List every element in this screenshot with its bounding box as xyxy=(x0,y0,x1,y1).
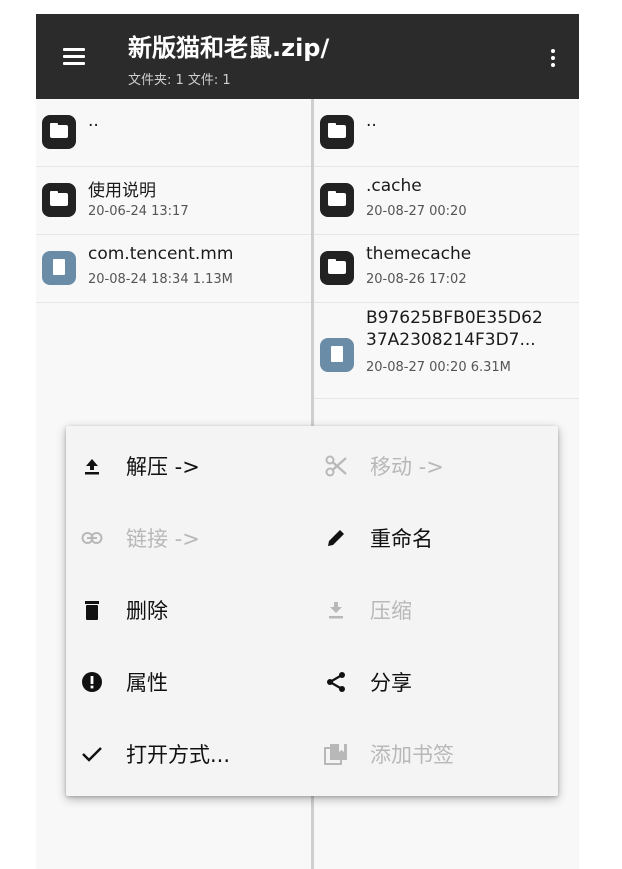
item-meta: 20-08-26 17:02 xyxy=(366,272,467,287)
delete-menu-item[interactable]: 删除 xyxy=(80,574,310,646)
list-item[interactable]: .cache 20-08-27 00:20 xyxy=(314,166,579,235)
page-title: 新版猫和老鼠.zip/ xyxy=(128,34,330,62)
item-name-line: 37A2308214F3D7... xyxy=(366,330,536,350)
item-name: .cache xyxy=(366,176,422,196)
move-menu-item[interactable]: 移动 -> xyxy=(324,430,544,502)
app-bar: 新版猫和老鼠.zip/ 文件夹: 1 文件: 1 xyxy=(36,14,579,99)
list-item[interactable]: .. xyxy=(36,99,311,167)
item-name: .. xyxy=(88,111,99,131)
rename-menu-item[interactable]: 重命名 xyxy=(324,502,544,574)
item-name: B97625BFB0E35D62 37A2308214F3D7... xyxy=(366,307,543,351)
folder-icon xyxy=(320,183,354,217)
folder-icon xyxy=(42,183,76,217)
list-item[interactable]: 使用说明 20-06-24 13:17 xyxy=(36,166,311,235)
share-menu-item[interactable]: 分享 xyxy=(324,646,544,718)
share-icon xyxy=(324,670,348,694)
item-name-line: B97625BFB0E35D62 xyxy=(366,308,543,328)
item-name: themecache xyxy=(366,244,472,264)
file-icon xyxy=(42,251,76,285)
context-menu: 解压 -> 移动 -> 链接 -> 重命名 删除 压缩 属性 分享 打开方式..… xyxy=(66,426,558,796)
open-with-menu-item[interactable]: 打开方式... xyxy=(80,718,310,790)
item-meta: 20-08-27 00:20 6.31M xyxy=(366,360,511,375)
item-meta: 20-06-24 13:17 xyxy=(88,204,189,219)
download-icon xyxy=(324,598,348,622)
list-item[interactable]: .. xyxy=(314,99,579,167)
more-vert-icon xyxy=(551,49,555,53)
menu-item-label: 属性 xyxy=(126,671,168,695)
check-icon xyxy=(80,742,104,766)
folder-icon xyxy=(42,115,76,149)
folder-icon xyxy=(320,115,354,149)
compress-menu-item[interactable]: 压缩 xyxy=(324,574,544,646)
menu-item-label: 压缩 xyxy=(370,599,412,623)
menu-item-label: 解压 -> xyxy=(126,455,200,479)
bookmark-icon xyxy=(324,742,348,766)
menu-item-label: 链接 -> xyxy=(126,527,200,551)
menu-item-label: 分享 xyxy=(370,671,412,695)
link-menu-item[interactable]: 链接 -> xyxy=(80,502,310,574)
link-icon xyxy=(80,526,104,550)
pencil-icon xyxy=(324,526,348,550)
list-item[interactable]: com.tencent.mm 20-08-24 18:34 1.13M xyxy=(36,234,311,303)
file-icon xyxy=(320,338,354,372)
item-name: com.tencent.mm xyxy=(88,244,234,264)
overflow-menu-button[interactable] xyxy=(539,42,567,74)
scissors-icon xyxy=(324,454,348,478)
properties-menu-item[interactable]: 属性 xyxy=(80,646,310,718)
list-item[interactable]: B97625BFB0E35D62 37A2308214F3D7... 20-08… xyxy=(314,302,579,399)
item-meta: 20-08-24 18:34 1.13M xyxy=(88,272,233,287)
item-name: 使用说明 xyxy=(88,181,156,201)
menu-item-label: 打开方式... xyxy=(126,743,231,767)
menu-item-label: 删除 xyxy=(126,599,168,623)
trash-icon xyxy=(80,598,104,622)
folder-file-count: 文件夹: 1 文件: 1 xyxy=(128,73,231,88)
extract-menu-item[interactable]: 解压 -> xyxy=(80,430,310,502)
menu-item-label: 移动 -> xyxy=(370,455,444,479)
info-icon xyxy=(80,670,104,694)
item-meta: 20-08-27 00:20 xyxy=(366,204,467,219)
menu-item-label: 添加书签 xyxy=(370,743,454,767)
folder-icon xyxy=(320,251,354,285)
hamburger-icon xyxy=(63,48,85,65)
menu-item-label: 重命名 xyxy=(370,527,433,551)
list-item[interactable]: themecache 20-08-26 17:02 xyxy=(314,234,579,303)
item-name: .. xyxy=(366,111,377,131)
menu-button[interactable] xyxy=(56,38,92,74)
upload-icon xyxy=(80,454,104,478)
add-bookmark-menu-item[interactable]: 添加书签 xyxy=(324,718,544,790)
